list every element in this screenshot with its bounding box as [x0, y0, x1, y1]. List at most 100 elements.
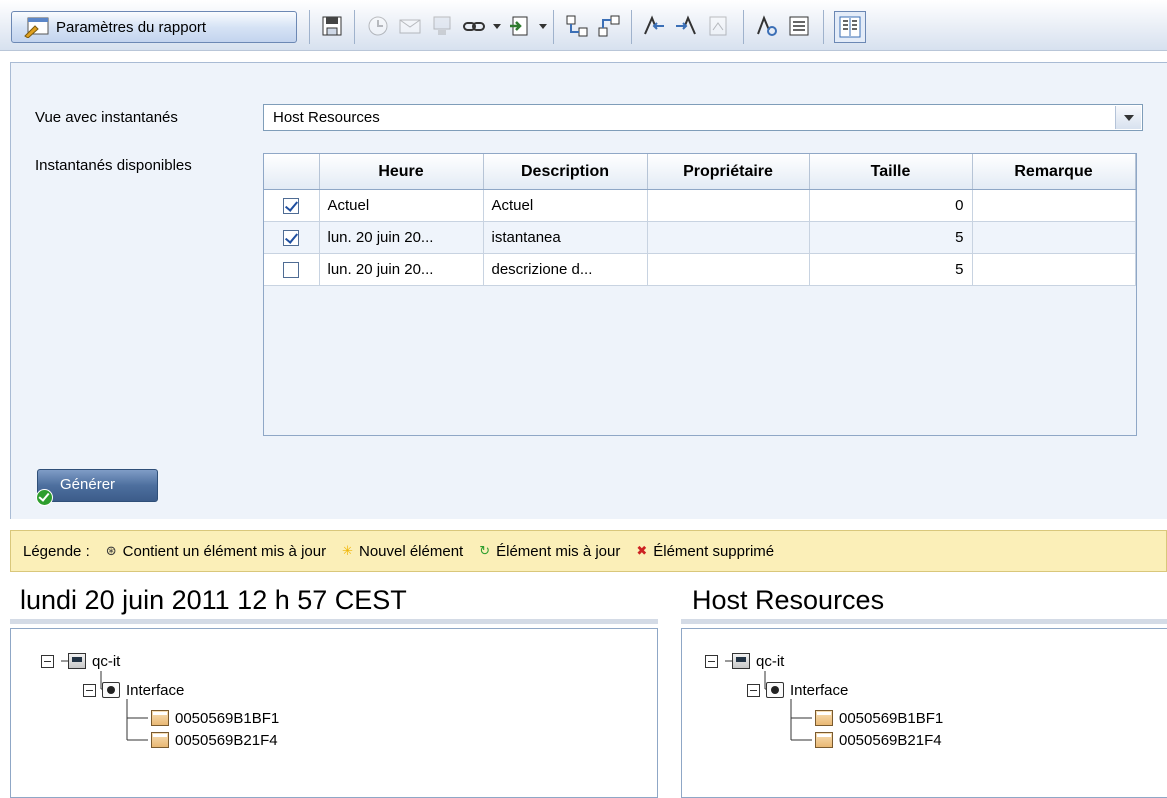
- tree-node-leaf[interactable]: 0050569B1BF1: [815, 708, 943, 728]
- contains-updated-icon: ⊛: [105, 543, 117, 558]
- view-select[interactable]: Host Resources: [263, 104, 1143, 131]
- collapse-all-icon[interactable]: [597, 14, 621, 38]
- cell-heure: lun. 20 juin 20...: [319, 221, 484, 254]
- nic-icon: [151, 710, 169, 726]
- details-icon[interactable]: [787, 14, 811, 38]
- next-change-icon[interactable]: [674, 14, 698, 38]
- import-dropdown-icon[interactable]: [539, 24, 547, 29]
- generate-label: Générer: [60, 476, 116, 493]
- report-icon[interactable]: [706, 14, 730, 38]
- nic-icon: [151, 732, 169, 748]
- tree-node-leaf[interactable]: 0050569B21F4: [151, 730, 278, 750]
- collapse-toggle-icon[interactable]: [705, 654, 718, 668]
- report-settings-label: Paramètres du rapport: [56, 18, 207, 36]
- column-header-heure[interactable]: Heure: [319, 154, 484, 190]
- legend-contains-updated: Contient un élément mis à jour: [122, 542, 327, 560]
- row-checkbox[interactable]: [283, 198, 300, 215]
- column-header-proprietaire[interactable]: Propriétaire: [647, 154, 810, 190]
- tree-node-root[interactable]: qc-it: [41, 651, 120, 671]
- legend-deleted-item: Élément supprimé: [653, 542, 775, 560]
- toolbar: Paramètres du rapport: [0, 0, 1167, 51]
- find-icon[interactable]: [755, 14, 779, 38]
- link-icon[interactable]: [462, 14, 486, 38]
- cell-taille: 5: [809, 221, 973, 254]
- save-icon[interactable]: [320, 14, 344, 38]
- toolbar-separator: [553, 10, 554, 44]
- cell-remarque: [972, 253, 1136, 286]
- tree-node-label: 0050569B21F4: [839, 731, 942, 749]
- previous-change-icon[interactable]: [642, 14, 666, 38]
- view-select-value: Host Resources: [273, 109, 380, 126]
- generate-button[interactable]: Générer: [37, 469, 158, 502]
- tree-node-label: 0050569B1BF1: [175, 709, 280, 727]
- snapshots-label: Instantanés disponibles: [35, 157, 192, 174]
- tree-node-label: qc-it: [92, 652, 121, 670]
- interface-icon: [102, 682, 120, 698]
- collapse-toggle-icon[interactable]: [83, 683, 96, 697]
- email-icon[interactable]: [398, 14, 422, 38]
- tree-node-root[interactable]: qc-it: [705, 651, 784, 671]
- nic-icon: [815, 710, 833, 726]
- link-dropdown-icon[interactable]: [493, 24, 501, 29]
- collapse-toggle-icon[interactable]: [747, 683, 760, 697]
- table-row[interactable]: lun. 20 juin 20... istantanea 5: [264, 221, 1136, 254]
- cell-proprietaire: [647, 221, 810, 254]
- tree-node-leaf[interactable]: 0050569B21F4: [815, 730, 942, 750]
- host-icon: [732, 653, 750, 669]
- toolbar-separator: [823, 10, 824, 44]
- snapshots-table: Heure Description Propriétaire Taille Re…: [263, 153, 1137, 436]
- report-settings-button[interactable]: Paramètres du rapport: [11, 11, 297, 43]
- tree-node-label: 0050569B21F4: [175, 731, 278, 749]
- column-header-select[interactable]: [264, 154, 320, 190]
- cell-heure: Actuel: [319, 189, 484, 222]
- legend-label: Légende :: [23, 542, 90, 560]
- cell-proprietaire: [647, 253, 810, 286]
- import-icon[interactable]: [508, 14, 532, 38]
- table-header-row: Heure Description Propriétaire Taille Re…: [264, 154, 1136, 190]
- row-checkbox[interactable]: [283, 262, 300, 279]
- cell-remarque: [972, 189, 1136, 222]
- cell-proprietaire: [647, 189, 810, 222]
- snapshot-right-tree: qc-it Interface 0050569B1BF1 0050569B21F…: [681, 628, 1167, 798]
- table-row[interactable]: lun. 20 juin 20... descrizione d... 5: [264, 253, 1136, 286]
- new-item-icon: ✳: [342, 543, 353, 558]
- updated-item-icon: ↻: [479, 543, 491, 558]
- chevron-down-icon[interactable]: [1115, 106, 1141, 129]
- deleted-item-icon: ✖: [636, 543, 648, 558]
- cell-taille: 5: [809, 253, 973, 286]
- nic-icon: [815, 732, 833, 748]
- tree-node-label: 0050569B1BF1: [839, 709, 944, 727]
- collapse-toggle-icon[interactable]: [41, 654, 54, 668]
- cell-heure: lun. 20 juin 20...: [319, 253, 484, 286]
- export-icon[interactable]: [430, 14, 454, 38]
- cell-remarque: [972, 221, 1136, 254]
- host-icon: [68, 653, 86, 669]
- toolbar-separator: [631, 10, 632, 44]
- snapshot-left-tree: qc-it Interface 0050569B1BF1 0050569B21F…: [10, 628, 658, 798]
- expand-all-icon[interactable]: [565, 14, 589, 38]
- column-header-description[interactable]: Description: [483, 154, 648, 190]
- tree-node-interface[interactable]: Interface: [747, 680, 848, 700]
- legend-updated-item: Élément mis à jour: [496, 542, 621, 560]
- report-settings-icon: [24, 17, 49, 38]
- row-checkbox-cell: [264, 253, 320, 286]
- check-circle-icon: [36, 489, 53, 506]
- schedule-icon[interactable]: [366, 14, 390, 38]
- column-header-taille[interactable]: Taille: [809, 154, 973, 190]
- tree-node-interface[interactable]: Interface: [83, 680, 184, 700]
- row-checkbox[interactable]: [283, 230, 300, 247]
- row-checkbox-cell: [264, 189, 320, 222]
- legend-new-item: Nouvel élément: [358, 542, 464, 560]
- interface-icon: [766, 682, 784, 698]
- cell-description: descrizione d...: [483, 253, 648, 286]
- column-header-remarque[interactable]: Remarque: [972, 154, 1136, 190]
- snapshot-right-title: Host Resources: [692, 585, 885, 615]
- toolbar-separator: [354, 10, 355, 44]
- snapshot-left-divider: [10, 619, 658, 624]
- cell-description: istantanea: [483, 221, 648, 254]
- side-by-side-toggle[interactable]: [834, 11, 866, 43]
- snapshot-right-divider: [681, 619, 1167, 624]
- tree-node-label: Interface: [126, 681, 185, 699]
- tree-node-leaf[interactable]: 0050569B1BF1: [151, 708, 279, 728]
- table-row[interactable]: Actuel Actuel 0: [264, 189, 1136, 222]
